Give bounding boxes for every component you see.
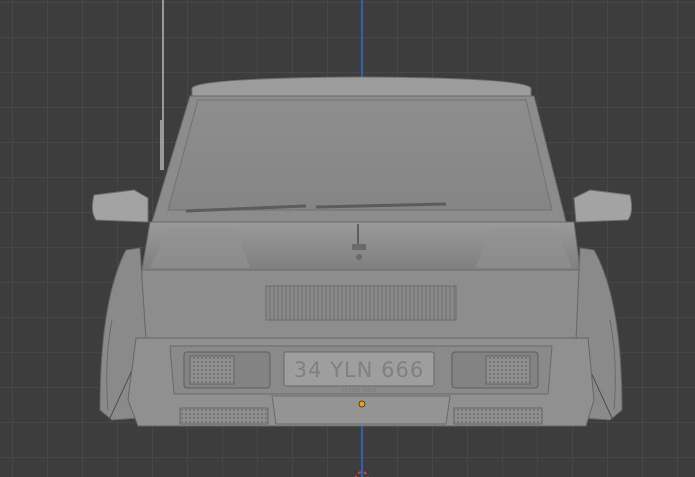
lower-vent-left [179, 407, 269, 425]
windshield [167, 99, 553, 211]
plate-number: 34 YLN 666 [294, 358, 424, 382]
object-origin[interactable] [358, 400, 366, 408]
mirror-left [91, 189, 149, 223]
car-model[interactable]: 34 YLN 666 YILMAZ UMUR [91, 76, 633, 427]
mirror-right [573, 189, 633, 223]
3d-viewport[interactable]: 34 YLN 666 YILMAZ UMUR [0, 0, 695, 477]
grille [265, 285, 457, 321]
viewport-canvas: 34 YLN 666 YILMAZ UMUR [91, 0, 633, 477]
lower-vent-right [453, 407, 543, 425]
roof [191, 76, 532, 99]
antenna [160, 0, 164, 170]
plate-subtext: YILMAZ UMUR [340, 388, 377, 394]
